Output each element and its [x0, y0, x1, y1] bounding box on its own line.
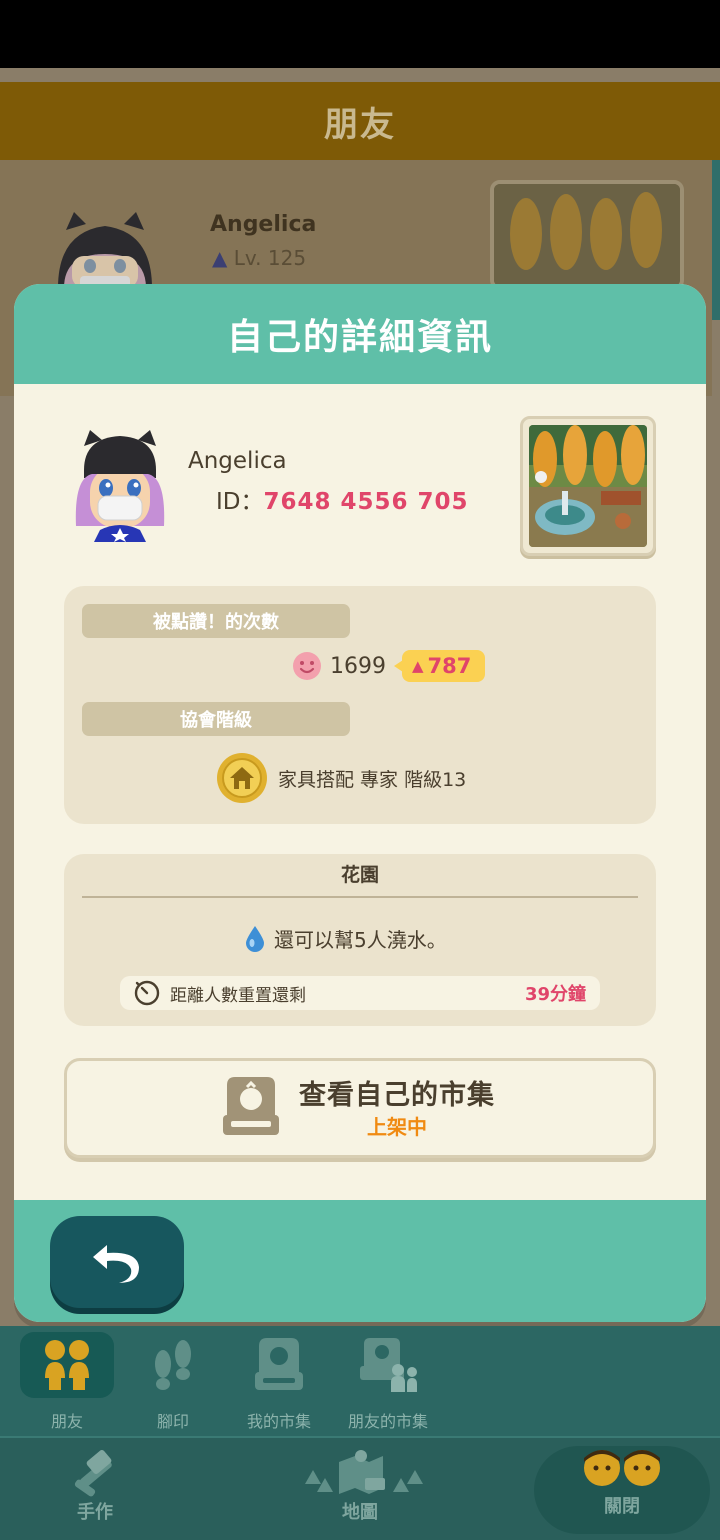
water-drop-icon — [246, 925, 264, 952]
tab-my-market-label: 我的市集 — [246, 1412, 311, 1431]
like-delta-badge: ▲ 787 — [393, 650, 486, 682]
friends-header: 朋友 — [0, 82, 720, 160]
friend-level: ▲ Lv. 125 — [212, 246, 306, 270]
friend-name: Angelica — [210, 212, 317, 237]
map-icon — [305, 1450, 423, 1494]
garden-title: 花園 — [340, 864, 379, 886]
craft-label: 手作 — [77, 1502, 113, 1523]
tab-footprints[interactable]: 腳印 — [126, 1332, 220, 1432]
friends-market-icon — [360, 1338, 417, 1392]
gold-medal-icon — [217, 753, 267, 803]
back-arrow-icon — [93, 1245, 139, 1283]
bottom-action-bar: 手作 地圖 關閉 — [0, 1436, 720, 1540]
back-button[interactable] — [50, 1216, 184, 1308]
association-label: 協會階級 — [82, 702, 350, 736]
tab-friends-market[interactable]: 朋友的市集 — [338, 1332, 438, 1432]
modal-title: 自己的詳細資訊 — [226, 317, 493, 358]
friend-avatar — [58, 212, 152, 288]
status-bar — [0, 0, 720, 68]
garden-divider — [82, 896, 638, 898]
self-details-modal: 自己的詳細資訊 Angelica ID：7648 4556 705 被點讚！的次… — [14, 284, 706, 1322]
friend-level-text: Lv. 125 — [233, 246, 307, 270]
association-row: 家具搭配 專家 階級13 — [216, 752, 466, 804]
tab-friends-market-label: 朋友的市集 — [347, 1412, 428, 1431]
reset-timer-row: 距離人數重置還剩 39分鐘 — [120, 976, 600, 1010]
reset-label: 距離人數重置還剩 — [170, 985, 306, 1006]
tab-friends-label: 朋友 — [50, 1412, 83, 1431]
like-count: 1699 — [330, 653, 386, 679]
campsite-photo[interactable] — [520, 416, 656, 556]
map-button[interactable]: 地圖 — [290, 1448, 430, 1534]
smile-icon — [293, 652, 321, 680]
tab-my-market[interactable]: 我的市集 — [232, 1332, 326, 1432]
bg-strip — [712, 160, 720, 320]
close-button[interactable]: 關閉 — [534, 1446, 710, 1534]
reset-time: 39分鐘 — [524, 984, 586, 1005]
profile-avatar — [75, 430, 165, 542]
tab-footprints-label: 腳印 — [156, 1412, 189, 1431]
view-my-market-button[interactable]: 查看自己的市集 上架中 — [64, 1058, 656, 1158]
tab-friends[interactable]: 朋友 — [20, 1332, 114, 1432]
garden-panel: 花園 還可以幫5人澆水。 距離人數重置還剩 39分鐘 — [64, 854, 656, 1026]
close-villagers-icon — [584, 1450, 660, 1486]
friend-campsite-photo — [490, 180, 684, 290]
likes-row: 1699 ▲ 787 — [292, 650, 486, 682]
market-status: 上架中 — [367, 1115, 427, 1139]
map-label: 地圖 — [342, 1502, 378, 1523]
profile-name: Angelica — [188, 448, 287, 474]
modal-header: 自己的詳細資訊 — [14, 284, 706, 384]
timer-icon — [134, 980, 160, 1006]
watering-text: 還可以幫5人澆水。 — [274, 928, 447, 952]
watering-row: 還可以幫5人澆水。 — [244, 924, 447, 953]
like-delta-value: 787 — [427, 654, 472, 678]
market-stall-icon — [223, 1077, 279, 1135]
close-label: 關閉 — [604, 1496, 640, 1517]
friends-icon — [45, 1340, 89, 1390]
campsite-thumbnail — [529, 425, 647, 547]
craft-hammer-icon — [74, 1450, 112, 1497]
association-rank: 家具搭配 專家 階級13 — [278, 768, 467, 791]
craft-button[interactable]: 手作 — [40, 1448, 150, 1534]
footprints-icon — [155, 1340, 191, 1390]
market-button-title: 查看自己的市集 — [299, 1080, 495, 1111]
friends-header-title: 朋友 — [324, 104, 396, 145]
likes-label: 被點讚！的次數 — [82, 604, 350, 638]
campsite-thumbnail — [494, 184, 680, 286]
up-arrow-icon: ▲ — [412, 657, 424, 675]
likes-panel: 被點讚！的次數 1699 ▲ 787 協會階級 家具搭配 專家 階級13 — [64, 586, 656, 824]
profile-id-value: 7648 4556 705 — [263, 489, 469, 515]
my-market-icon — [255, 1338, 303, 1390]
profile-id-label: ID： — [216, 489, 264, 515]
cat-heart-icon: ▲ — [212, 246, 228, 270]
profile-id: ID：7648 4556 705 — [216, 482, 469, 516]
bottom-tab-bar: 朋友 腳印 我的市集 朋友的市集 — [0, 1326, 720, 1436]
